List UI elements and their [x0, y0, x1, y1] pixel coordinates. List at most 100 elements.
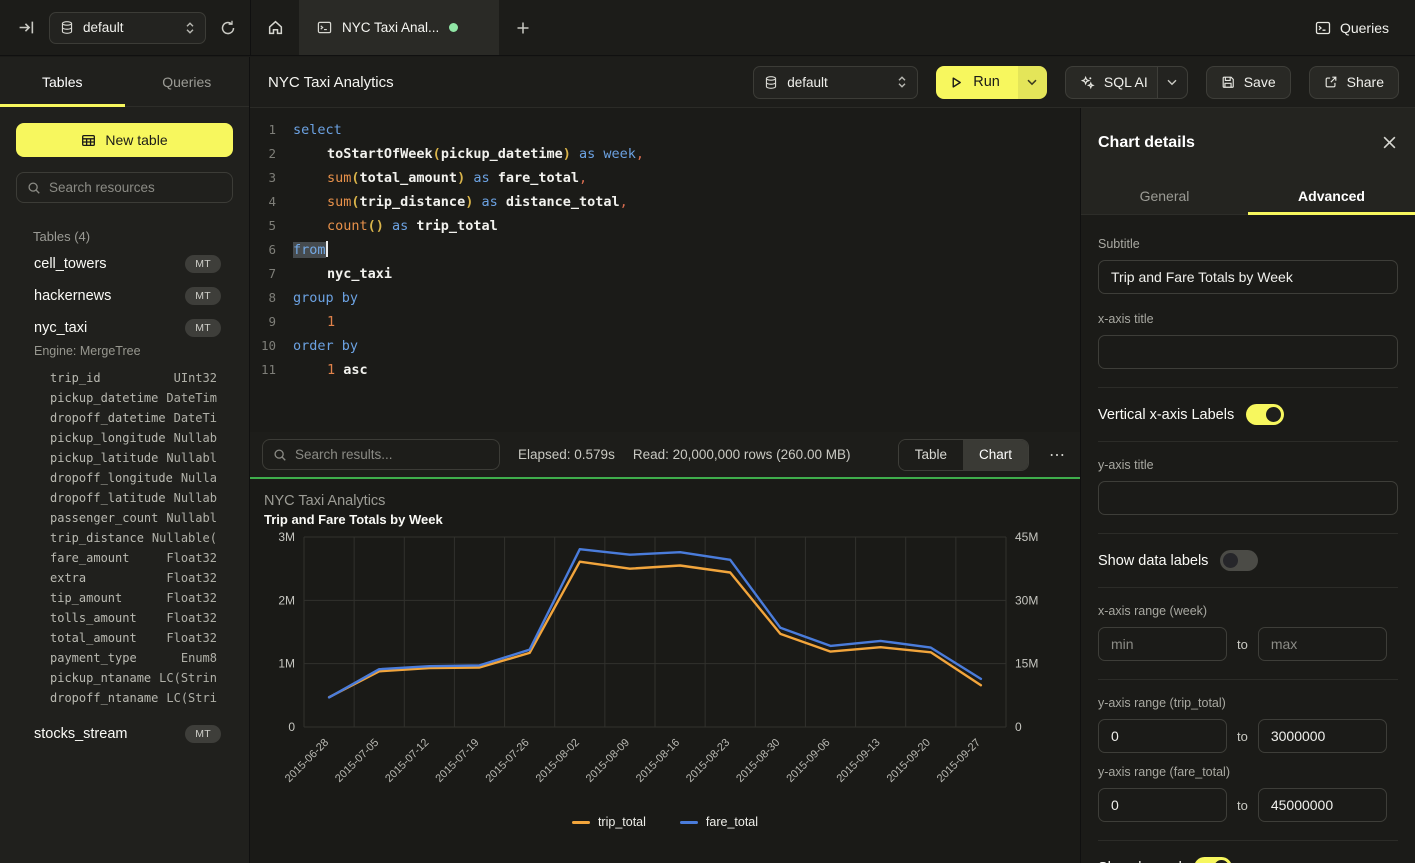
close-panel-button[interactable] — [1382, 135, 1397, 150]
token-fn: count — [327, 218, 368, 234]
column-row: payment_typeEnum8 — [50, 648, 217, 668]
table-row-nyc_taxi[interactable]: nyc_taxiMT — [17, 312, 233, 344]
table-row-stocks_stream[interactable]: stocks_streamMT — [17, 718, 233, 750]
code-line: 4sum(trip_distance) as distance_total, — [250, 190, 1080, 214]
code-line: 8group by — [250, 286, 1080, 310]
table-engine: Engine: MergeTree — [17, 344, 233, 364]
results-search-input[interactable] — [295, 447, 489, 462]
home-button[interactable] — [251, 0, 299, 55]
y-range-trip-min-input[interactable] — [1098, 719, 1227, 753]
column-type: Float32 — [166, 568, 217, 588]
sql-ai-options-button[interactable] — [1157, 67, 1187, 98]
query-tab-nyc-taxi[interactable]: NYC Taxi Anal... — [299, 0, 499, 55]
topbar-database-value: default — [83, 20, 176, 35]
column-name: fare_amount — [50, 548, 129, 568]
x-range-max-input[interactable] — [1258, 627, 1387, 661]
new-tab-button[interactable] — [499, 0, 547, 55]
token-id: nyc_taxi — [327, 266, 392, 282]
view-toggle: Table Chart — [898, 439, 1029, 471]
x-axis-label: 2015-07-12 — [383, 737, 431, 785]
view-toggle-table[interactable]: Table — [899, 440, 963, 470]
vertical-x-labels-toggle[interactable] — [1246, 404, 1284, 425]
legend-item-trip_total[interactable]: trip_total — [572, 815, 646, 829]
code-text: select — [293, 118, 342, 142]
chart-details-title: Chart details — [1098, 134, 1195, 152]
legend-label: trip_total — [598, 815, 646, 829]
x-range-min-input[interactable] — [1098, 627, 1227, 661]
column-name: trip_id — [50, 368, 101, 388]
engine-badge: MT — [185, 287, 221, 305]
sidebar-tab-queries[interactable]: Queries — [125, 57, 250, 106]
chevron-updown-icon — [185, 21, 195, 35]
column-row: dropoff_latitudeNullable(Fl — [50, 488, 217, 508]
y-axis-title-input[interactable] — [1098, 481, 1398, 515]
new-table-button[interactable]: New table — [16, 123, 233, 157]
legend-item-fare_total[interactable]: fare_total — [680, 815, 758, 829]
x-axis-label: 2015-09-06 — [784, 737, 832, 785]
column-type: Nullable(UIn — [166, 508, 217, 528]
query-database-selector[interactable]: default — [753, 66, 918, 99]
token-id: total_amount — [360, 170, 458, 186]
vertical-x-labels-label: Vertical x-axis Labels — [1098, 407, 1234, 423]
chart-details-header: Chart details — [1081, 108, 1415, 177]
refresh-button[interactable] — [220, 20, 236, 36]
token-par: ( — [351, 194, 359, 210]
unsaved-changes-dot — [449, 23, 458, 32]
editor-header: NYC Taxi Analytics default Run — [250, 57, 1415, 108]
column-type: Float32 — [166, 608, 217, 628]
table-row-hackernews[interactable]: hackernewsMT — [17, 280, 233, 312]
sidebar-tab-tables[interactable]: Tables — [0, 57, 125, 106]
sql-editor[interactable]: 1select2toStartOfWeek(pickup_datetime) a… — [250, 108, 1080, 432]
y-range-fare-max-input[interactable] — [1258, 788, 1387, 822]
column-name: tolls_amount — [50, 608, 137, 628]
sql-ai-button[interactable]: SQL AI — [1065, 66, 1188, 99]
line-number: 7 — [250, 262, 276, 286]
sidebar-search-input[interactable] — [49, 180, 222, 195]
elapsed-time: Elapsed: 0.579s — [518, 447, 615, 462]
column-type: Nullable(Float — [152, 528, 217, 548]
run-button[interactable]: Run — [936, 66, 1018, 99]
rows-read: Read: 20,000,000 rows (260.00 MB) — [633, 447, 851, 462]
column-name: extra — [50, 568, 86, 588]
column-row: dropoff_ntanameLC(String) — [50, 688, 217, 708]
chart-details-panel: Chart details General Advanced Subtitle … — [1080, 108, 1415, 863]
queries-button-label: Queries — [1340, 20, 1389, 36]
share-button[interactable]: Share — [1309, 66, 1399, 99]
x-axis-label: 2015-08-16 — [634, 737, 682, 785]
y-axis-range-trip-row: to — [1098, 719, 1398, 753]
show-data-labels-toggle[interactable] — [1220, 550, 1258, 571]
right-axis-tick: 30M — [1015, 593, 1038, 607]
subtitle-input[interactable] — [1098, 260, 1398, 294]
x-axis-label: 2015-09-27 — [935, 737, 983, 785]
x-axis-title-input[interactable] — [1098, 335, 1398, 369]
code-text: group by — [293, 286, 358, 310]
table-row-cell_towers[interactable]: cell_towersMT — [17, 248, 233, 280]
queries-button[interactable]: Queries — [1315, 20, 1389, 36]
tab-advanced[interactable]: Advanced — [1248, 177, 1415, 214]
column-type: Nullable(Flo — [166, 448, 217, 468]
x-axis-title-label: x-axis title — [1098, 312, 1398, 326]
y-axis-title-label: y-axis title — [1098, 458, 1398, 472]
topbar-database-selector[interactable]: default — [49, 12, 206, 44]
token-par: () — [368, 218, 384, 234]
token-id: fare_total — [498, 170, 579, 186]
x-axis-label: 2015-07-05 — [333, 737, 381, 785]
tab-general[interactable]: General — [1081, 177, 1248, 214]
to-label: to — [1237, 798, 1248, 813]
view-toggle-chart[interactable]: Chart — [963, 440, 1028, 470]
show-legend-toggle[interactable] — [1194, 857, 1232, 863]
token-par: ) — [563, 146, 571, 162]
results-menu-button[interactable]: ⋯ — [1047, 445, 1068, 465]
save-button[interactable]: Save — [1206, 66, 1291, 99]
collapse-sidebar-button[interactable] — [18, 19, 35, 36]
search-icon — [273, 448, 287, 462]
run-options-button[interactable] — [1018, 66, 1047, 99]
column-row: tip_amountFloat32 — [50, 588, 217, 608]
column-type: Float32 — [166, 628, 217, 648]
engine-badge: MT — [185, 725, 221, 743]
line-number: 11 — [250, 358, 276, 382]
code-text: from — [293, 238, 328, 262]
y-range-trip-max-input[interactable] — [1258, 719, 1387, 753]
x-axis-label: 2015-08-30 — [734, 737, 782, 785]
y-range-fare-min-input[interactable] — [1098, 788, 1227, 822]
